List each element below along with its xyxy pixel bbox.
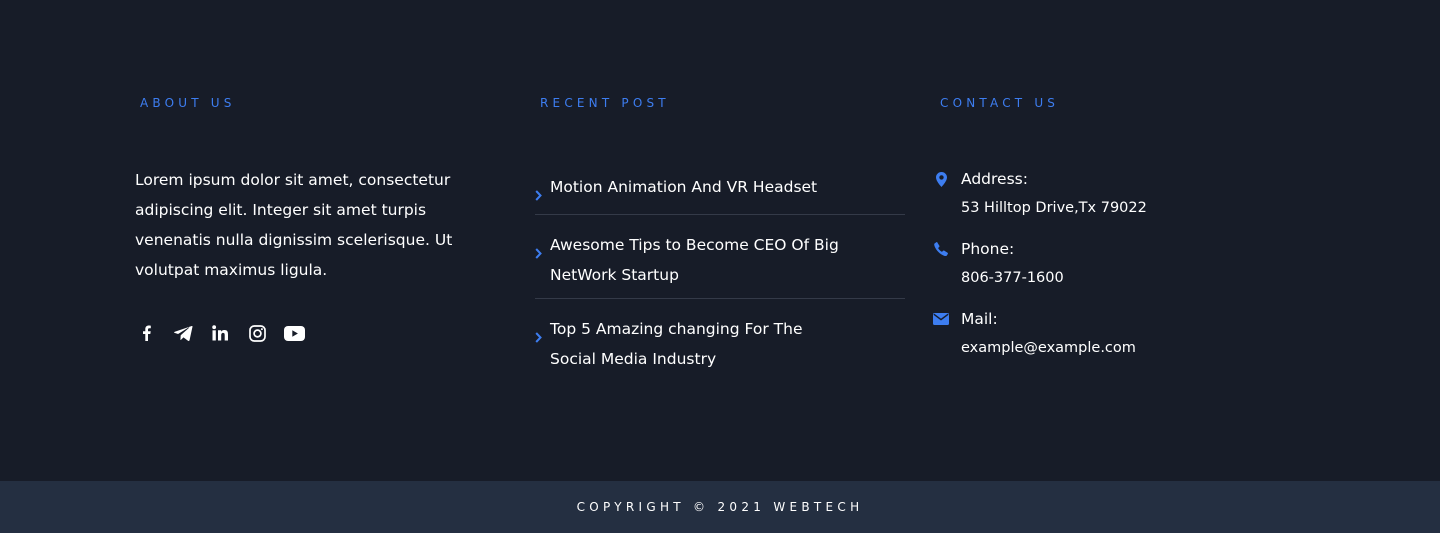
telegram-icon[interactable] bbox=[172, 322, 194, 344]
chevron-right-icon bbox=[535, 323, 542, 353]
address-label: Address: bbox=[961, 170, 1028, 188]
copyright-text: COPYRIGHT © 2021 WEBTECH bbox=[576, 500, 864, 514]
facebook-icon[interactable] bbox=[135, 322, 157, 344]
envelope-icon bbox=[933, 311, 949, 327]
social-links bbox=[135, 322, 320, 344]
recent-post-link[interactable]: Top 5 Amazing changing For The Social Me… bbox=[535, 314, 905, 374]
divider bbox=[535, 214, 905, 215]
youtube-icon[interactable] bbox=[283, 322, 305, 344]
phone-value[interactable]: 806-377-1600 bbox=[961, 266, 1064, 290]
recent-post-title: Top 5 Amazing changing For The Social Me… bbox=[550, 320, 803, 368]
instagram-icon[interactable] bbox=[246, 322, 268, 344]
chevron-right-icon bbox=[535, 239, 542, 269]
mail-label: Mail: bbox=[961, 310, 998, 328]
footer-main: ABOUT US Lorem ipsum dolor sit amet, con… bbox=[0, 0, 1440, 481]
copyright-bar: COPYRIGHT © 2021 WEBTECH bbox=[0, 481, 1440, 533]
recent-post-heading: RECENT POST bbox=[540, 96, 670, 110]
address-value: 53 Hilltop Drive,Tx 79022 bbox=[961, 200, 1147, 216]
recent-post-link[interactable]: Awesome Tips to Become CEO Of Big NetWor… bbox=[535, 230, 905, 290]
linkedin-icon[interactable] bbox=[209, 322, 231, 344]
recent-post-title: Awesome Tips to Become CEO Of Big NetWor… bbox=[550, 236, 839, 284]
divider bbox=[535, 298, 905, 299]
map-pin-icon bbox=[933, 171, 949, 187]
recent-post-link[interactable]: Motion Animation And VR Headset bbox=[535, 172, 905, 202]
about-text: Lorem ipsum dolor sit amet, consectetur … bbox=[135, 171, 453, 279]
chevron-right-icon bbox=[535, 181, 542, 211]
mail-value[interactable]: example@example.com bbox=[961, 336, 1136, 360]
contact-heading: CONTACT US bbox=[940, 96, 1060, 110]
phone-label: Phone: bbox=[961, 240, 1015, 258]
about-heading: ABOUT US bbox=[140, 96, 236, 110]
phone-icon bbox=[933, 241, 949, 257]
recent-post-title: Motion Animation And VR Headset bbox=[550, 178, 818, 196]
